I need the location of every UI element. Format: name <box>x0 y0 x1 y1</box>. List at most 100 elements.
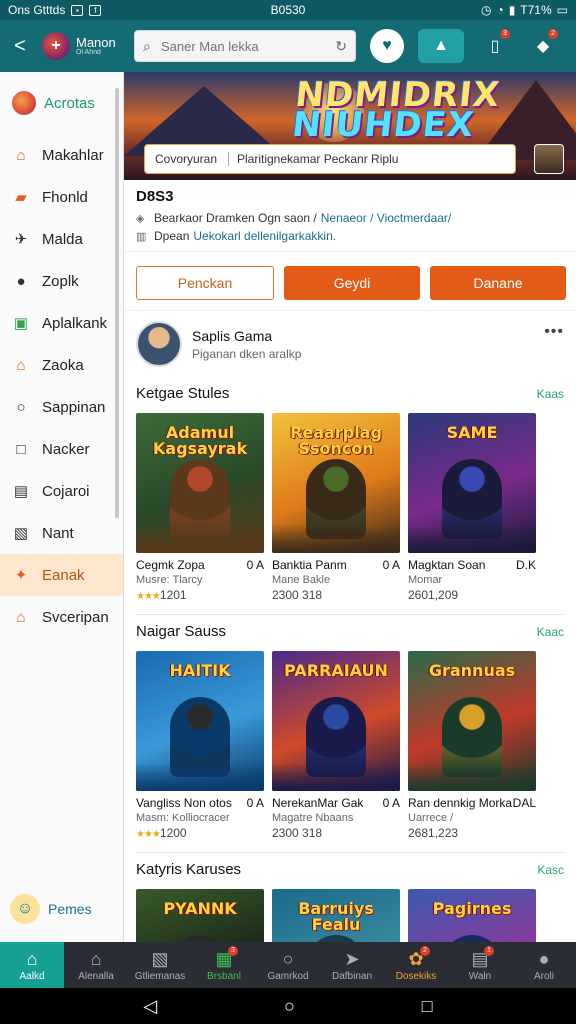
profile-badge-icon <box>12 91 36 115</box>
bottom-nav-badge: 3 <box>228 946 238 956</box>
game-card[interactable]: Grannuas Ran dennkig Morka DAL Uarrece / 268… <box>408 651 536 840</box>
back-icon[interactable]: ◁ <box>143 996 157 1017</box>
sidebar-item[interactable]: ▤ Cojaroi <box>0 470 123 512</box>
game-name-row: Ran dennkig Morka DAL <box>408 796 536 810</box>
bottom-nav-item[interactable]: ● Aroli <box>512 942 576 988</box>
game-name-row: Magktan Soan D.K <box>408 558 536 572</box>
sidebar-item[interactable]: ▰ Fhonld <box>0 176 123 218</box>
profile-row[interactable]: Saplis Gama Piganan dken aralkp ••• <box>124 310 576 377</box>
share-icon[interactable]: < <box>8 34 32 58</box>
game-thumbnail[interactable]: SAME <box>408 413 536 553</box>
thumbnail-title: Pagirnes <box>432 899 512 918</box>
favorite-button[interactable]: ♥ <box>370 29 404 63</box>
sidebar-footer-label: Pemes <box>48 901 92 917</box>
bottom-nav-item[interactable]: ➤ Dafbinan <box>320 942 384 988</box>
bottom-nav-badge: 2 <box>420 946 430 956</box>
sidebar-item[interactable]: □ Nacker <box>0 428 123 470</box>
game-title: D8S3 <box>136 188 174 205</box>
sidebar-item[interactable]: ▧ Nant <box>0 512 123 554</box>
game-card[interactable]: Pagirnes <box>408 889 536 942</box>
image-icon: ▧ <box>151 948 169 969</box>
game-card[interactable]: Adamul Kagsayrak Cegmk Zopa 0 A Musre: Tlar… <box>136 413 264 602</box>
smile-icon: ☺ <box>10 894 40 924</box>
game-count: 2601,209 <box>408 588 459 602</box>
game-card[interactable]: Reaarplag Ssoncon Banktia Panm 0 A Mane Bak… <box>272 413 400 602</box>
sidebar-header[interactable]: Acrotas <box>0 72 123 134</box>
game-card[interactable]: SAME Magktan Soan D.K Momar 2601,209 <box>408 413 536 602</box>
brand-name: Manon <box>76 35 116 50</box>
game-stats: 2300 318 <box>272 826 400 840</box>
more-options-icon[interactable]: ••• <box>544 323 564 341</box>
bottom-nav-item[interactable]: ▧ Gtliemanas <box>128 942 192 988</box>
hero-search-text[interactable]: Plaritignekamar Peckanr Riplu <box>229 152 398 166</box>
bottom-nav-item[interactable]: ⌂ Alenalla <box>64 942 128 988</box>
brand[interactable]: + Manon Ol Ahnd <box>42 32 132 60</box>
game-thumbnail[interactable]: PARRAIAUN <box>272 651 400 791</box>
game-card[interactable]: PARRAIAUN NerekanMar Gak 0 A Magatre Nbaans… <box>272 651 400 840</box>
game-tag: DAL <box>512 796 536 810</box>
game-meta: Masm: Kolliocracer <box>136 812 230 824</box>
sidebar-scrollbar[interactable] <box>115 88 119 518</box>
notifications-button[interactable]: ◆ 2 <box>526 29 560 63</box>
house-icon: ⌂ <box>16 608 26 626</box>
sidebar-item[interactable]: ▣ Aplalkank <box>0 302 123 344</box>
game-thumbnail[interactable]: Reaarplag Ssoncon <box>272 413 400 553</box>
game-card[interactable]: HAITIK Vangliss Non otos 0 A Masm: Kolliocr… <box>136 651 264 840</box>
search-input[interactable] <box>161 38 336 54</box>
refresh-icon[interactable]: ↻ <box>335 38 347 55</box>
danane-button[interactable]: Danane <box>430 266 566 300</box>
bottom-nav-item[interactable]: ○ Gamrkod <box>256 942 320 988</box>
game-thumbnail[interactable]: Adamul Kagsayrak <box>136 413 264 553</box>
game-thumbnail[interactable]: Barruiys Fealu <box>272 889 400 942</box>
sidebar-item[interactable]: ● Zoplk <box>0 260 123 302</box>
info-line2-link[interactable]: Uekokarl dellenilgarkakkin. <box>193 229 336 243</box>
cart-button[interactable]: ▯ 3 <box>478 29 512 63</box>
game-thumbnail[interactable]: Pagirnes <box>408 889 536 942</box>
game-meta: Mane Bakle <box>272 574 331 586</box>
game-stats: ★★★1201 <box>136 588 264 602</box>
recents-icon[interactable]: □ <box>422 996 433 1017</box>
profile-sub: Piganan dken aralkp <box>192 346 302 361</box>
hero-search-field[interactable]: Covoryuran Plaritignekamar Peckanr Riplu <box>144 144 516 174</box>
geydi-button[interactable]: Geydi <box>284 266 420 300</box>
bottom-nav-label: Alenalla <box>78 970 114 982</box>
game-card[interactable]: Barruiys Fealu <box>272 889 400 942</box>
sidebar-item[interactable]: ○ Sappinan <box>0 386 123 428</box>
game-thumbnail[interactable]: HAITIK <box>136 651 264 791</box>
section-more-link[interactable]: Kaac <box>537 625 564 639</box>
game-section: Katyris Karuses Kasc PYANNK Barruiys Fealu P… <box>124 853 576 942</box>
hero-title: NDMIDRIX NIUHDEX <box>290 75 502 145</box>
home-circle-icon[interactable]: ○ <box>284 996 295 1017</box>
doc-icon: ▤ <box>13 483 29 500</box>
bottom-nav-item[interactable]: ⌂ Aalkd <box>0 942 64 988</box>
camera-icon: ▣ <box>13 315 29 332</box>
avatar[interactable] <box>136 321 182 367</box>
hero-avatar[interactable] <box>534 144 564 174</box>
section-header: Katyris Karuses Kasc <box>136 853 564 883</box>
search-bar[interactable]: ⌕ ↻ <box>134 30 356 62</box>
home-icon: ⌂ <box>16 146 26 164</box>
sidebar-item[interactable]: ✦ Eanak <box>0 554 123 596</box>
user-icon: ● <box>538 948 550 969</box>
account-button[interactable]: ▲ <box>418 29 464 63</box>
game-thumbnail[interactable]: PYANNK <box>136 889 264 942</box>
penckan-button[interactable]: Penckan <box>136 266 274 300</box>
sidebar-item[interactable]: ⌂ Zaoka <box>0 344 123 386</box>
thumbnail-title: HAITIK <box>169 661 231 680</box>
bottom-nav-item[interactable]: ✿ Dosekiks 2 <box>384 942 448 988</box>
bottom-nav-item[interactable]: ▦ Brsbanl 3 <box>192 942 256 988</box>
sidebar-item[interactable]: ⌂ Makahlar <box>0 134 123 176</box>
bottom-nav-item[interactable]: ▤ Waln 1 <box>448 942 512 988</box>
game-count: 2681,223 <box>408 826 459 840</box>
game-thumbnail[interactable]: Grannuas <box>408 651 536 791</box>
wifi-icon: ◔ <box>496 3 504 17</box>
info-line1-link[interactable]: Nenaeor / Vioctmerdaar/ <box>321 211 452 225</box>
user-icon: ● <box>16 272 26 290</box>
sidebar-footer[interactable]: ☺ Pemes <box>10 894 92 924</box>
sidebar-item[interactable]: ⌂ Svceripan <box>0 596 123 638</box>
sidebar-item[interactable]: ✈ Malda <box>0 218 123 260</box>
game-card[interactable]: PYANNK <box>136 889 264 942</box>
hero-search-category[interactable]: Covoryuran <box>145 152 229 166</box>
section-more-link[interactable]: Kaas <box>537 387 564 401</box>
section-more-link[interactable]: Kasc <box>537 863 564 877</box>
